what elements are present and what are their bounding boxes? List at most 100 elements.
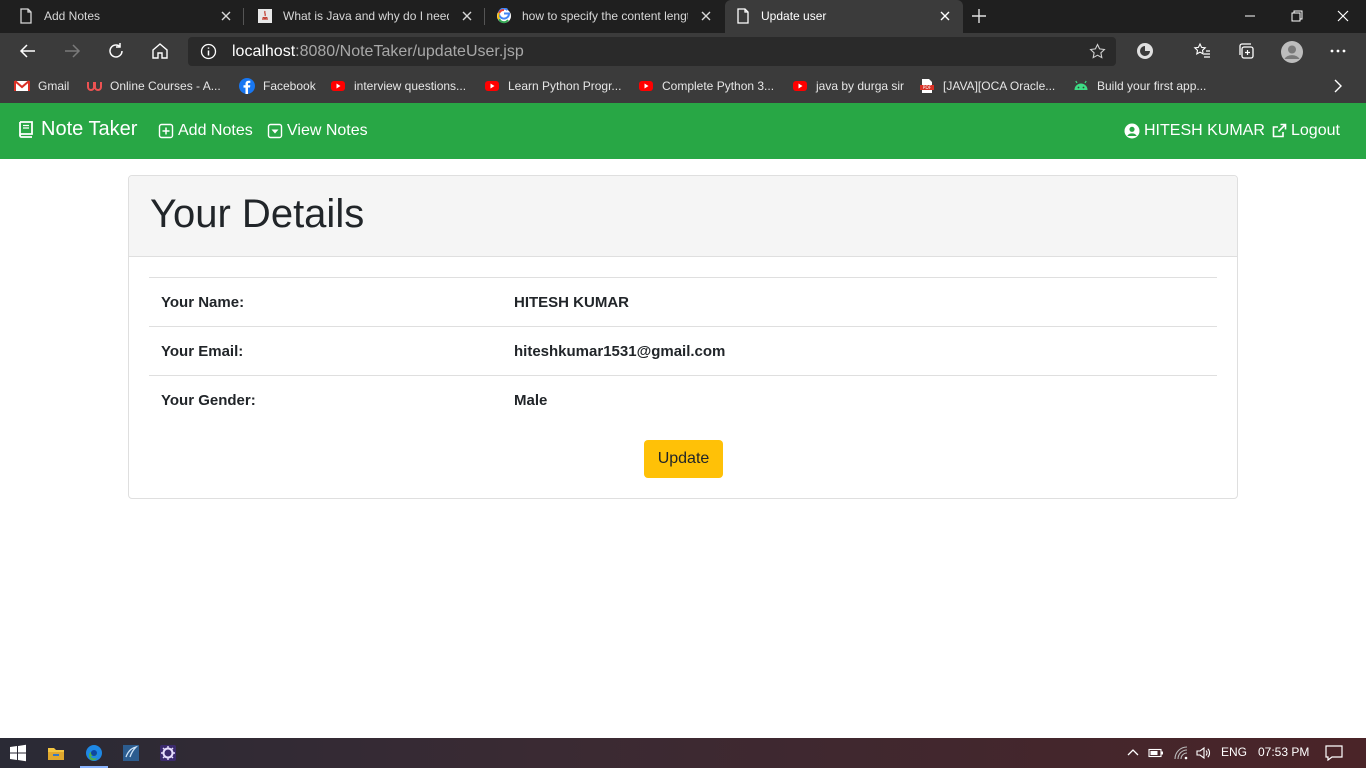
close-window-icon[interactable]	[1333, 6, 1353, 26]
details-table: Your Name: HITESH KUMAR Your Email: hite…	[149, 277, 1217, 425]
url-text: localhost:8080/NoteTaker/updateUser.jsp	[232, 43, 524, 61]
nav-add-notes[interactable]: Add Notes	[158, 120, 253, 142]
home-icon[interactable]	[150, 41, 170, 61]
facebook-icon	[239, 78, 255, 94]
caret-square-down-icon	[267, 123, 283, 139]
taskbar-sql-app[interactable]	[113, 738, 149, 768]
book-icon	[16, 120, 35, 139]
minimize-icon[interactable]	[1240, 6, 1260, 26]
tab-title: how to specify the content length	[522, 9, 688, 23]
table-row-gender: Your Gender: Male	[149, 375, 1217, 425]
windows-taskbar: ENG 07:53 PM	[0, 738, 1366, 768]
volume-icon[interactable]	[1195, 745, 1211, 761]
nav-user-name: HITESH KUMAR	[1144, 122, 1265, 139]
bookmark-complete-python[interactable]: Complete Python 3...	[638, 77, 774, 95]
chevron-up-icon[interactable]	[1125, 745, 1141, 761]
favorite-star-icon[interactable]	[1089, 43, 1106, 60]
email-value: hiteshkumar1531@gmail.com	[502, 326, 1217, 376]
app-navbar: Note Taker Add Notes View Notes HITESH K…	[0, 103, 1366, 159]
close-icon[interactable]	[218, 8, 234, 24]
clock[interactable]: 07:53 PM	[1258, 745, 1309, 759]
page-title: Your Details	[150, 192, 365, 236]
bookmark-gmail[interactable]: Gmail	[14, 77, 69, 95]
url-host: localhost	[232, 43, 296, 60]
browser-toolbar: localhost:8080/NoteTaker/updateUser.jsp	[0, 33, 1366, 70]
svg-text:PDF: PDF	[923, 85, 932, 91]
email-label: Your Email:	[149, 326, 502, 376]
android-icon	[1073, 78, 1089, 94]
refresh-icon[interactable]	[106, 41, 126, 61]
plus-square-icon	[158, 123, 174, 139]
collections-icon[interactable]	[1237, 41, 1257, 61]
brand-link[interactable]: Note Taker	[16, 118, 137, 140]
info-icon[interactable]	[200, 43, 217, 60]
extension-icon[interactable]	[1135, 41, 1155, 61]
gender-value: Male	[502, 375, 1217, 425]
external-link-icon	[1271, 123, 1287, 139]
bookmark-interview-questions[interactable]: interview questions...	[330, 77, 466, 95]
taskbar-edge[interactable]	[76, 738, 112, 768]
profile-avatar-icon[interactable]	[1281, 41, 1303, 63]
update-button[interactable]: Update	[644, 440, 723, 478]
close-icon[interactable]	[937, 8, 953, 24]
battery-icon[interactable]	[1148, 745, 1164, 761]
windows-logo-icon	[9, 744, 27, 762]
nav-logout[interactable]: Logout	[1271, 120, 1340, 142]
database-app-icon	[122, 744, 140, 762]
bookmark-label: Online Courses - A...	[110, 79, 221, 93]
chevron-right-icon[interactable]	[1330, 77, 1346, 95]
bookmark-learn-python[interactable]: Learn Python Progr...	[484, 77, 621, 95]
bookmark-label: Complete Python 3...	[662, 79, 775, 93]
new-tab-plus-icon[interactable]	[970, 7, 988, 25]
name-label: Your Name:	[149, 277, 502, 327]
brand-label: Note Taker	[41, 117, 138, 140]
forward-arrow-icon[interactable]	[62, 41, 82, 61]
bookmark-online-courses[interactable]: Online Courses - A...	[86, 77, 221, 95]
bookmark-label: java by durga sir	[816, 79, 905, 93]
tab-add-notes[interactable]: Add Notes	[0, 0, 244, 33]
restore-icon[interactable]	[1287, 6, 1307, 26]
taskbar-eclipse[interactable]	[150, 738, 186, 768]
gender-label: Your Gender:	[149, 375, 502, 425]
bookmark-label: Facebook	[263, 79, 316, 93]
bookmark-java-oca[interactable]: PDF [JAVA][OCA Oracle...	[919, 77, 1055, 95]
tab-update-user[interactable]: Update user	[725, 0, 963, 33]
language-indicator[interactable]: ENG	[1221, 745, 1247, 759]
nav-logout-label: Logout	[1291, 122, 1340, 139]
nav-add-notes-label: Add Notes	[178, 122, 253, 139]
close-icon[interactable]	[698, 8, 714, 24]
notification-icon[interactable]	[1325, 745, 1343, 761]
gmail-icon	[14, 78, 30, 94]
bookmark-facebook[interactable]: Facebook	[239, 77, 316, 95]
youtube-icon	[330, 78, 346, 94]
wifi-icon[interactable]	[1173, 745, 1189, 761]
folder-icon	[47, 744, 65, 762]
user-details-card: Your Details Your Name: HITESH KUMAR You…	[128, 175, 1238, 499]
tab-google-search[interactable]: how to specify the content length	[486, 0, 724, 33]
back-arrow-icon[interactable]	[18, 41, 38, 61]
favorites-icon[interactable]	[1192, 41, 1212, 61]
name-value: HITESH KUMAR	[502, 277, 1217, 327]
address-bar[interactable]: localhost:8080/NoteTaker/updateUser.jsp	[188, 37, 1116, 66]
bookmark-java-durga[interactable]: java by durga sir	[792, 77, 904, 95]
table-row-email: Your Email: hiteshkumar1531@gmail.com	[149, 326, 1217, 376]
pdf-icon: PDF	[919, 78, 935, 94]
card-header: Your Details	[129, 176, 1237, 257]
tab-title: Add Notes	[44, 9, 101, 23]
bookmark-label: Learn Python Progr...	[508, 79, 622, 93]
page-icon	[735, 8, 751, 24]
java-icon	[257, 8, 273, 24]
bookmark-build-first-app[interactable]: Build your first app...	[1073, 77, 1206, 95]
start-button[interactable]	[0, 738, 36, 768]
tab-java[interactable]: What is Java and why do I need it	[245, 0, 485, 33]
close-icon[interactable]	[459, 8, 475, 24]
nav-view-notes[interactable]: View Notes	[267, 120, 368, 142]
youtube-icon	[484, 78, 500, 94]
taskbar-file-explorer[interactable]	[38, 738, 74, 768]
youtube-icon	[792, 78, 808, 94]
more-options-icon[interactable]	[1328, 41, 1348, 61]
google-icon	[496, 8, 512, 24]
nav-user-profile[interactable]: HITESH KUMAR	[1124, 120, 1265, 142]
udemy-icon	[86, 78, 102, 94]
table-row-name: Your Name: HITESH KUMAR	[149, 277, 1217, 327]
